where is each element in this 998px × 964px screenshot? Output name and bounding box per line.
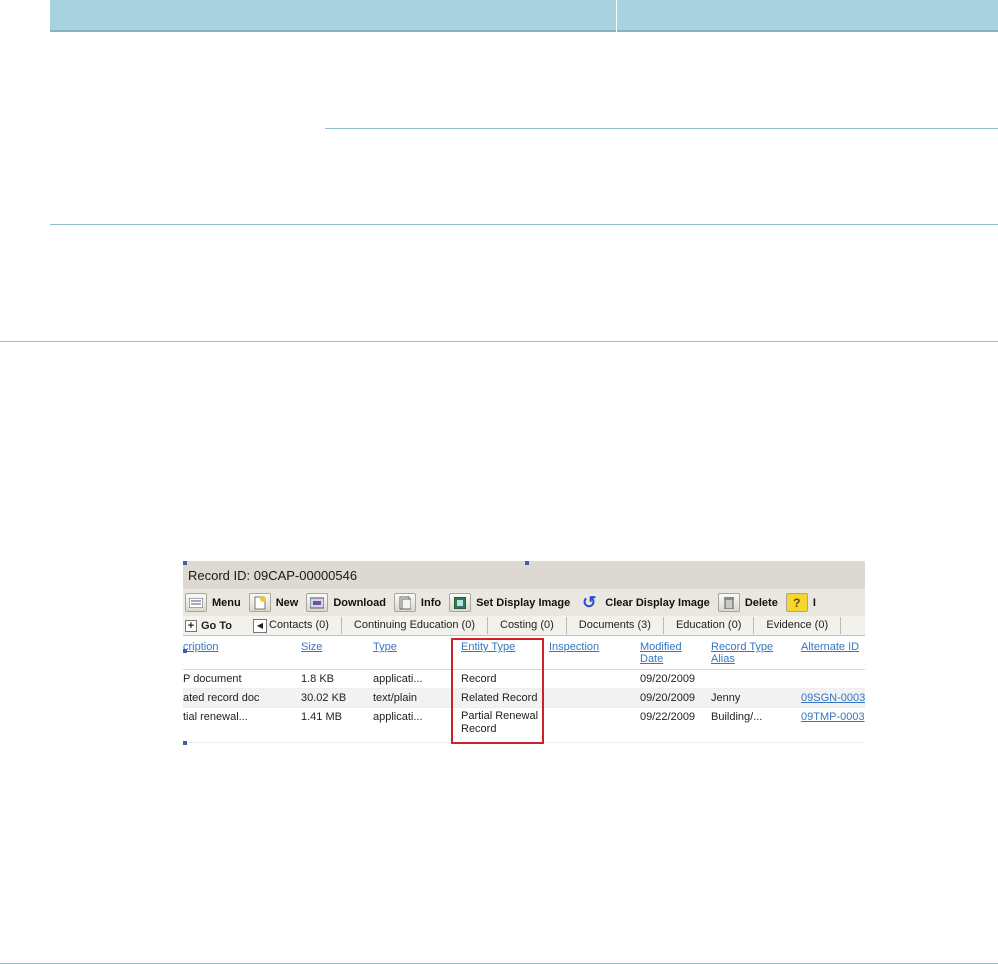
selection-handle[interactable] [183,741,187,745]
table-rule [0,341,998,342]
table-rule [325,128,998,129]
col-entity-type[interactable]: Entity Type [461,641,515,653]
record-id-title: Record ID: 09CAP-00000546 [188,567,358,583]
plus-icon: + [185,619,197,632]
new-button[interactable]: New [248,593,299,612]
delete-button[interactable]: Delete [717,593,778,612]
tab-contacts[interactable]: Contacts (0) [269,617,342,634]
record-header: Record ID: 09CAP-00000546 [183,561,865,589]
cell-record-type-alias: Building/... [711,711,763,723]
cell-modified-date: 09/20/2009 [640,673,696,685]
selection-handle[interactable] [183,561,187,565]
tab-education[interactable]: Education (0) [664,617,755,634]
go-to-label: Go To [201,619,232,632]
cell-entity-type-line1: Partial Renewal [461,710,539,722]
col-modified-label: Modified [640,641,682,653]
table-header-band [50,0,998,32]
cell-entity-type: Related Record [461,692,538,704]
cell-description: ated record doc [183,692,260,704]
set-display-image-button[interactable]: Set Display Image [449,593,570,612]
col-size[interactable]: Size [301,641,322,653]
record-screenshot: Record ID: 09CAP-00000546 Menu New Downl… [183,561,865,747]
table-row[interactable]: tial renewal... 1.41 MB applicati... Par… [183,708,865,743]
cell-size: 1.41 MB [301,711,342,723]
refresh-icon: ↺ [582,592,597,612]
record-tabs: + Go To ◀ Contacts (0) Continuing Educat… [183,616,865,636]
tab-scroll-left-icon[interactable]: ◀ [253,618,267,633]
cell-alternate-id-link[interactable]: 09TMP-0003 [801,708,865,726]
cell-entity-type-line2: Record [461,723,497,735]
help-button[interactable]: ? I [785,593,816,612]
col-modified-date[interactable]: Modified Date [640,641,682,665]
cell-type: applicati... [373,711,423,723]
clear-display-image-label: Clear Display Image [605,596,710,609]
info-icon [393,593,416,612]
help-label: I [812,596,816,609]
download-label: Download [333,596,386,609]
cell-alternate-id-link[interactable]: 09SGN-0003 [801,689,865,707]
tab-continuing-education[interactable]: Continuing Education (0) [342,617,488,634]
new-icon [248,593,271,612]
table-row[interactable]: P document 1.8 KB applicati... Record 09… [183,670,865,689]
cell-description: tial renewal... [183,711,248,723]
table-column-divider [616,0,617,225]
cell-description: P document [183,673,242,685]
download-button[interactable]: Download [306,593,386,612]
documents-grid-header: cription Size Type Entity Type Inspectio… [183,636,865,670]
tab-documents[interactable]: Documents (3) [567,617,664,634]
set-display-image-label: Set Display Image [476,596,571,609]
tab-costing[interactable]: Costing (0) [488,617,567,634]
col-alias-label: Alias [711,653,735,665]
table-rule [50,224,998,225]
col-description[interactable]: cription [183,641,218,653]
help-icon: ? [785,593,808,612]
clear-display-image-button[interactable]: ↺ Clear Display Image [578,593,710,612]
cell-size: 1.8 KB [301,673,335,685]
menu-label: Menu [212,596,241,609]
selection-handle[interactable] [525,561,529,565]
info-label: Info [420,596,442,609]
col-date-label: Date [640,653,664,665]
cell-record-type-alias: Jenny [711,692,741,704]
cell-entity-type: Record [461,673,497,685]
col-alternate-id[interactable]: Alternate ID [801,641,859,653]
record-toolbar: Menu New Download Info Set Display Image [183,589,865,616]
selection-handle[interactable] [183,649,187,653]
cell-size: 30.02 KB [301,692,347,704]
cell-modified-date: 09/20/2009 [640,692,696,704]
menu-icon [185,593,207,612]
delete-label: Delete [744,596,778,609]
new-label: New [275,596,299,609]
cell-type: text/plain [373,692,418,704]
info-button[interactable]: Info [393,593,442,612]
col-record-type-alias[interactable]: Record Type Alias [711,641,773,665]
col-type[interactable]: Type [373,641,397,653]
cell-type: applicati... [373,673,423,685]
tab-evidence[interactable]: Evidence (0) [754,617,842,634]
cell-entity-type: Partial Renewal Record [461,710,538,736]
menu-button[interactable]: Menu [185,593,241,612]
image-icon [449,593,472,612]
table-row[interactable]: ated record doc 30.02 KB text/plain Rela… [183,689,865,708]
trash-icon [717,593,740,612]
go-to-menu[interactable]: + Go To [185,619,253,632]
cell-modified-date: 09/22/2009 [640,711,696,723]
col-inspection[interactable]: Inspection [549,641,599,653]
download-icon [306,593,329,612]
col-record-type-label: Record Type [711,641,774,653]
